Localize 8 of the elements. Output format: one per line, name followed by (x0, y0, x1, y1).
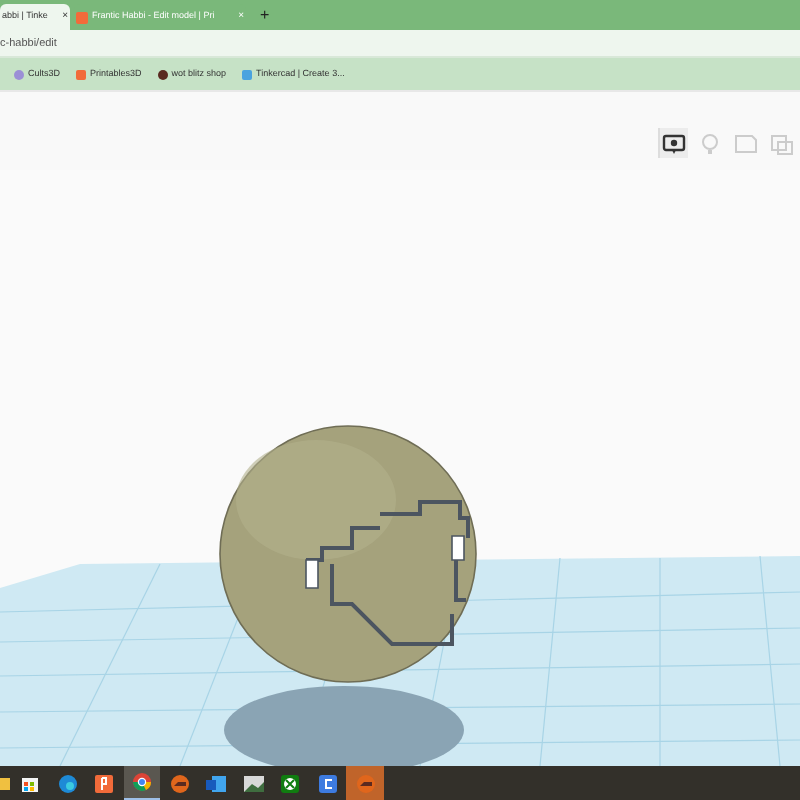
view-button[interactable] (658, 128, 688, 158)
chrome-icon[interactable] (123, 766, 161, 800)
site-icon (76, 69, 87, 79)
site-icon (14, 69, 24, 79)
site-icon (242, 69, 253, 79)
site-icon (76, 11, 88, 23)
site-icon (157, 69, 168, 79)
new-tab-button[interactable]: + (260, 8, 270, 24)
